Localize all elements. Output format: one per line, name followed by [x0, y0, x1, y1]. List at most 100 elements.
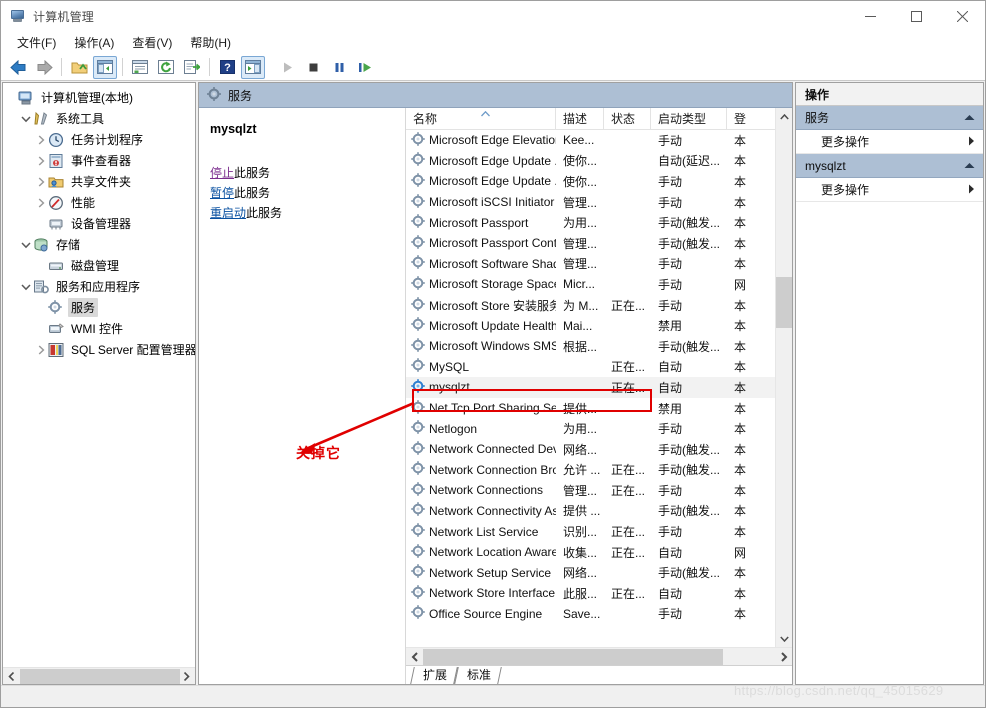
tree-scroll-right-arrow[interactable]	[178, 669, 195, 684]
services-scroll-right-arrow[interactable]	[775, 649, 792, 664]
table-row[interactable]: Network Connection Bro... 允许 ... 正在... 手动(触…	[406, 460, 775, 481]
column-logon-as[interactable]: 登	[727, 108, 767, 129]
table-row[interactable]: Network Location Aware... 收集... 正在... 自动 网	[406, 542, 775, 563]
table-row[interactable]: Network Store Interface ... 此服... 正在... 自动 本	[406, 583, 775, 604]
services-vertical-scrollbar[interactable]	[775, 108, 792, 647]
column-name[interactable]: 名称	[406, 108, 556, 129]
pause-service-suffix: 此服务	[234, 186, 271, 200]
services-list[interactable]: Microsoft Edge Elevation...Kee...手动本Micr…	[406, 130, 775, 647]
table-row[interactable]: Microsoft Storage Space... Micr... 手动 网	[406, 274, 775, 295]
chevron-right-icon[interactable]	[33, 155, 48, 166]
chevron-right-icon[interactable]	[33, 134, 48, 145]
table-row[interactable]: Microsoft Edge Update ... 使你... 手动 本	[406, 171, 775, 192]
close-button[interactable]	[939, 1, 985, 32]
more-actions-services[interactable]: 更多操作	[796, 130, 983, 154]
tree-item-11[interactable]: WMI 控件	[3, 318, 195, 339]
services-hscroll-track[interactable]	[423, 648, 775, 665]
table-row[interactable]: Microsoft Edge Update ... 使你... 自动(延迟... 本	[406, 151, 775, 172]
table-row[interactable]: Microsoft Store 安装服务为 M... 正在... 手动 本	[406, 295, 775, 316]
show-hide-tree-button[interactable]	[93, 55, 117, 79]
scroll-up-arrow[interactable]	[776, 108, 792, 125]
tree-item-8[interactable]: 磁盘管理	[3, 255, 195, 276]
table-row[interactable]: Network Connectivity Ass... 提供 ... 手动(触发..…	[406, 501, 775, 522]
services-scroll-left-arrow[interactable]	[406, 649, 423, 664]
help-button[interactable]: ?	[215, 56, 239, 79]
menu-action[interactable]: 操作(A)	[65, 33, 123, 53]
table-row[interactable]: Network List Service 识别... 正在... 手动 本	[406, 521, 775, 542]
table-row[interactable]: Microsoft Edge Elevation... Kee... 手动 本	[406, 130, 775, 151]
more-actions-mysqlzt[interactable]: 更多操作	[796, 178, 983, 202]
column-status[interactable]: 状态	[604, 108, 651, 129]
table-row[interactable]: Microsoft Passport 为用... 手动(触发... 本	[406, 212, 775, 233]
pause-service-button[interactable]	[327, 56, 351, 79]
table-row[interactable]: Microsoft iSCSI Initiator ... 管理... 手动 本	[406, 192, 775, 213]
up-one-level-button[interactable]	[67, 56, 91, 79]
tree-item-3[interactable]: 事件查看器	[3, 150, 195, 171]
tab-extended[interactable]: 扩展	[410, 667, 458, 684]
tree-item-12[interactable]: SQL Server 配置管理器	[3, 339, 195, 360]
tree-scroll-track[interactable]	[20, 668, 180, 684]
table-row[interactable]: Microsoft Windows SMS ... 根据... 手动(触发... 本	[406, 336, 775, 357]
refresh-button[interactable]	[154, 56, 178, 79]
export-list-button[interactable]	[180, 56, 204, 79]
pause-service-link[interactable]: 暂停	[210, 186, 234, 200]
console-tree[interactable]: 计算机管理(本地) 系统工具 任务计划程序 事件查看器 共享文件夹 性能 设备管理器 存储 磁盘…	[3, 83, 195, 667]
table-row[interactable]: Network Setup Service 网络... 手动(触发... 本	[406, 562, 775, 583]
stop-service-button[interactable]	[301, 56, 325, 79]
properties-button[interactable]	[128, 56, 152, 79]
chevron-right-icon[interactable]	[33, 197, 48, 208]
chevron-up-icon-2[interactable]	[964, 161, 975, 171]
tree-item-0[interactable]: 计算机管理(本地)	[3, 87, 195, 108]
tree-item-6[interactable]: 设备管理器	[3, 213, 195, 234]
restart-service-button[interactable]	[353, 56, 377, 79]
table-row[interactable]: Microsoft Software Shad... 管理... 手动 本	[406, 254, 775, 275]
forward-button[interactable]	[32, 56, 56, 79]
actions-group-services[interactable]: 服务	[796, 106, 983, 130]
table-row[interactable]: Network Connections 管理... 正在... 手动 本	[406, 480, 775, 501]
services-scroll-thumb[interactable]	[776, 277, 792, 328]
show-action-pane-button[interactable]	[241, 55, 265, 79]
tree-item-5[interactable]: 性能	[3, 192, 195, 213]
view-tabs: 扩展 标准	[406, 665, 792, 684]
menu-view[interactable]: 查看(V)	[123, 33, 181, 53]
table-row[interactable]: Netlogon 为用... 手动 本	[406, 418, 775, 439]
tab-standard[interactable]: 标准	[454, 667, 502, 684]
restart-service-link[interactable]: 重启动	[210, 206, 246, 220]
tree-item-9[interactable]: 服务和应用程序	[3, 276, 195, 297]
table-row[interactable]: Microsoft Passport Cont... 管理... 手动(触发... 本	[406, 233, 775, 254]
maximize-button[interactable]	[893, 1, 939, 32]
back-button[interactable]	[6, 56, 30, 79]
table-row[interactable]: MySQL 正在... 自动 本	[406, 357, 775, 378]
menu-help[interactable]: 帮助(H)	[181, 33, 240, 53]
services-scroll-track[interactable]	[776, 125, 792, 630]
actions-group-mysqlzt[interactable]: mysqlzt	[796, 154, 983, 178]
menu-file[interactable]: 文件(F)	[8, 33, 65, 53]
chevron-down-icon[interactable]	[18, 114, 33, 124]
table-row[interactable]: mysqlzt 正在... 自动 本	[406, 377, 775, 398]
services-hscroll-thumb[interactable]	[423, 648, 723, 665]
chevron-right-icon[interactable]	[33, 344, 48, 355]
table-row[interactable]: Office Source Engine Save... 手动 本	[406, 604, 775, 625]
chevron-down-icon[interactable]	[18, 282, 33, 292]
services-horizontal-scrollbar[interactable]	[406, 647, 792, 665]
stop-service-link[interactable]: 停止	[210, 166, 234, 180]
tree-item-7[interactable]: 存储	[3, 234, 195, 255]
tree-horizontal-scrollbar[interactable]	[3, 667, 195, 684]
table-row[interactable]: Microsoft Update Health... Mai... 禁用 本	[406, 315, 775, 336]
start-service-button[interactable]	[275, 56, 299, 79]
minimize-button[interactable]	[847, 1, 893, 32]
table-row[interactable]: Network Connected Devi... 网络... 手动(触发... 本	[406, 439, 775, 460]
scroll-down-arrow[interactable]	[776, 630, 792, 647]
column-description[interactable]: 描述	[556, 108, 604, 129]
chevron-up-icon[interactable]	[964, 113, 975, 123]
tree-item-4[interactable]: 共享文件夹	[3, 171, 195, 192]
chevron-down-icon[interactable]	[18, 240, 33, 250]
tree-scroll-left-arrow[interactable]	[3, 669, 20, 684]
chevron-right-icon[interactable]	[33, 176, 48, 187]
table-row[interactable]: Net.Tcp Port Sharing Ser... 提供... 禁用 本	[406, 398, 775, 419]
tree-item-1[interactable]: 系统工具	[3, 108, 195, 129]
tree-item-2[interactable]: 任务计划程序	[3, 129, 195, 150]
column-startup-type[interactable]: 启动类型	[651, 108, 727, 129]
tree-item-10[interactable]: 服务	[3, 297, 195, 318]
tree-scroll-thumb[interactable]	[20, 668, 180, 684]
